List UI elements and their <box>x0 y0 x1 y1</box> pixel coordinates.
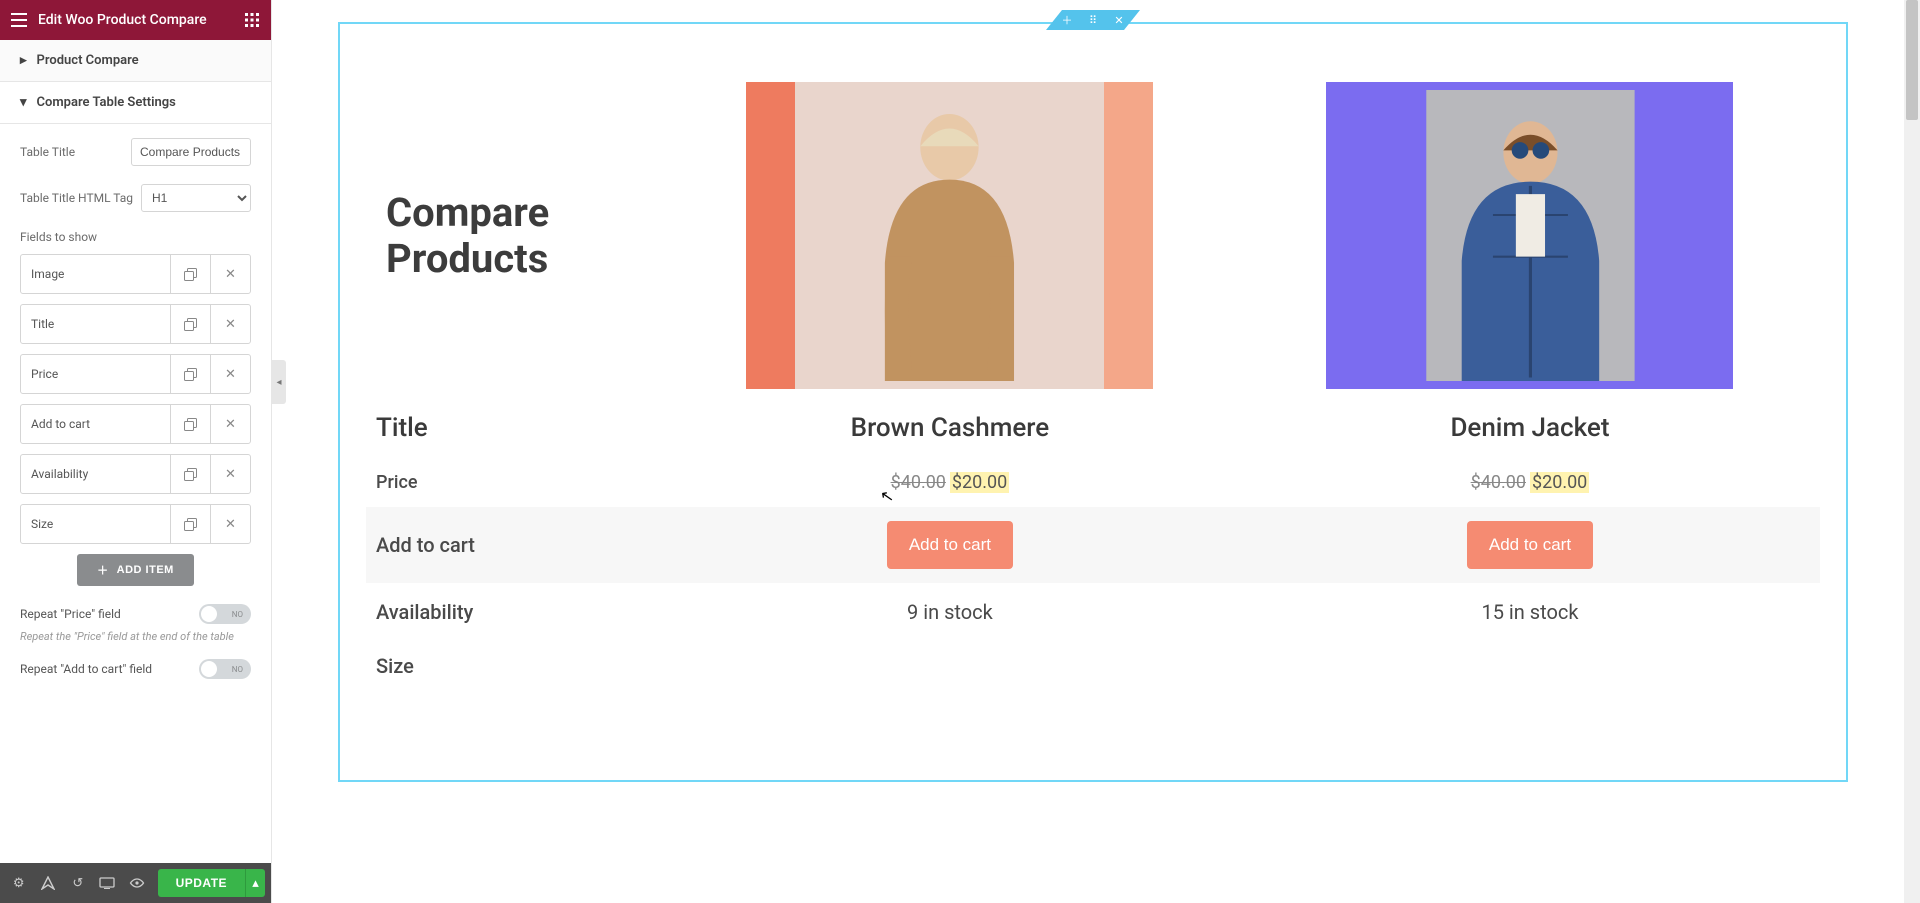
product-title-2: Denim Jacket <box>1240 399 1820 457</box>
field-item[interactable]: Title ✕ <box>20 304 251 344</box>
field-item[interactable]: Image ✕ <box>20 254 251 294</box>
add-section-button[interactable]: ＋ <box>1046 10 1080 30</box>
section-label: Compare Table Settings <box>37 95 176 110</box>
edit-section-button[interactable]: ⠿ <box>1080 10 1106 30</box>
remove-icon[interactable]: ✕ <box>210 455 250 493</box>
settings-icon[interactable]: ⚙ <box>6 869 32 897</box>
collapse-panel-tab[interactable]: ◂ <box>272 360 286 404</box>
duplicate-icon[interactable] <box>170 405 210 443</box>
caret-right-icon: ▸ <box>20 53 27 68</box>
row-label-price: Price <box>366 457 660 507</box>
close-section-button[interactable]: ✕ <box>1106 10 1140 30</box>
repeat-cart-label: Repeat "Add to cart" field <box>20 662 199 676</box>
field-name: Add to cart <box>21 417 170 431</box>
field-item[interactable]: Price ✕ <box>20 354 251 394</box>
repeat-cart-toggle[interactable]: NO <box>199 659 251 679</box>
field-item[interactable]: Size ✕ <box>20 504 251 544</box>
product-availability-2: 15 in stock <box>1240 583 1820 641</box>
preview-canvas: ＋ ⠿ ✕ Compare Products <box>272 0 1920 903</box>
field-name: Price <box>21 367 170 381</box>
fields-to-show-label: Fields to show <box>20 230 251 244</box>
remove-icon[interactable]: ✕ <box>210 505 250 543</box>
duplicate-icon[interactable] <box>170 255 210 293</box>
add-item-label: ADD ITEM <box>117 564 174 576</box>
product-image-2 <box>1326 82 1733 389</box>
remove-icon[interactable]: ✕ <box>210 305 250 343</box>
duplicate-icon[interactable] <box>170 355 210 393</box>
plus-icon: ＋ <box>97 562 109 578</box>
field-name: Size <box>21 517 170 531</box>
editor-header: Edit Woo Product Compare <box>0 0 271 40</box>
row-label-title: Title <box>366 399 660 457</box>
app-grid-icon[interactable] <box>243 11 261 29</box>
repeat-price-toggle[interactable]: NO <box>199 604 251 624</box>
product-title-1: Brown Cashmere <box>660 399 1240 457</box>
remove-icon[interactable]: ✕ <box>210 355 250 393</box>
repeat-price-label: Repeat "Price" field <box>20 607 199 621</box>
history-icon[interactable]: ↺ <box>65 869 91 897</box>
section-table-settings[interactable]: ▾ Compare Table Settings <box>0 82 271 124</box>
compare-heading: Compare Products <box>376 190 660 282</box>
row-label-size: Size <box>366 641 660 691</box>
field-name: Availability <box>21 467 170 481</box>
duplicate-icon[interactable] <box>170 455 210 493</box>
row-label-availability: Availability <box>366 583 660 641</box>
preview-icon[interactable] <box>124 869 150 897</box>
panel-body: Table Title Table Title HTML Tag H1 Fiel… <box>0 124 271 863</box>
section-product-compare[interactable]: ▸ Product Compare <box>0 40 271 82</box>
compare-table: Compare Products Title Brown Cashmer <box>366 82 1820 691</box>
field-item[interactable]: Add to cart ✕ <box>20 404 251 444</box>
table-title-input[interactable] <box>131 138 251 166</box>
update-button[interactable]: UPDATE <box>158 869 245 897</box>
row-label-cart: Add to cart <box>366 507 660 583</box>
caret-down-icon: ▾ <box>20 95 27 110</box>
product-availability-1: 9 in stock <box>660 583 1240 641</box>
repeat-price-hint: Repeat the "Price" field at the end of t… <box>20 630 251 643</box>
product-image-1 <box>746 82 1153 389</box>
editor-title: Edit Woo Product Compare <box>38 12 233 28</box>
section-label: Product Compare <box>37 53 139 68</box>
responsive-icon[interactable] <box>95 869 121 897</box>
scrollbar[interactable] <box>1904 0 1920 903</box>
section-frame[interactable]: ＋ ⠿ ✕ Compare Products <box>338 22 1848 782</box>
html-tag-label: Table Title HTML Tag <box>20 191 141 205</box>
duplicate-icon[interactable] <box>170 505 210 543</box>
product-price-2: $40.00$20.00 <box>1240 457 1820 507</box>
navigator-icon[interactable] <box>36 869 62 897</box>
update-caret[interactable]: ▴ <box>245 869 265 897</box>
add-to-cart-1[interactable]: Add to cart <box>887 521 1013 569</box>
duplicate-icon[interactable] <box>170 305 210 343</box>
field-item[interactable]: Availability ✕ <box>20 454 251 494</box>
product-price-1: $40.00$20.00 <box>660 457 1240 507</box>
remove-icon[interactable]: ✕ <box>210 405 250 443</box>
add-item-button[interactable]: ＋ ADD ITEM <box>77 554 194 586</box>
html-tag-select[interactable]: H1 <box>141 184 251 212</box>
table-title-label: Table Title <box>20 145 131 159</box>
remove-icon[interactable]: ✕ <box>210 255 250 293</box>
hamburger-icon[interactable] <box>10 11 28 29</box>
field-name: Title <box>21 317 170 331</box>
add-to-cart-2[interactable]: Add to cart <box>1467 521 1593 569</box>
editor-footer: ⚙ ↺ UPDATE ▴ <box>0 863 271 903</box>
field-name: Image <box>21 267 170 281</box>
